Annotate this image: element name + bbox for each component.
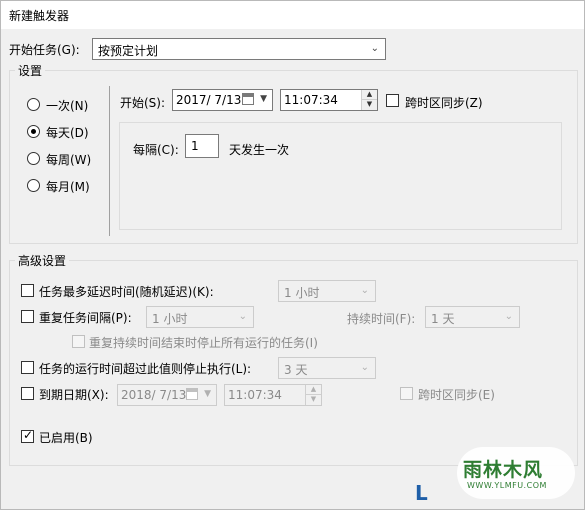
settings-group-label: 设置 [15,62,46,79]
radio-monthly-label: 每月(M) [46,180,90,194]
duration-select[interactable]: 1 天 ⌄ [425,306,520,328]
time-spinner[interactable]: ▲ ▼ [361,90,377,110]
settings-divider [109,86,110,236]
stop-if-longer-select[interactable]: 3 天 ⌄ [278,357,376,379]
sync-timezone-label: 跨时区同步(Z) [405,96,483,110]
stop-if-longer-checkbox[interactable] [21,361,34,374]
expire-time-value: 11:07:34 [228,388,282,402]
delay-checkbox[interactable] [21,284,34,297]
enabled-checkbox[interactable] [21,428,34,443]
radio-monthly[interactable] [27,179,40,192]
chevron-down-icon: ▼ [204,389,211,399]
begin-task-select[interactable]: 按预定计划 ⌄ [92,38,386,60]
start-date-value: 2017/ 7/13 [176,93,242,107]
spin-up-icon[interactable]: ▲ [306,385,321,394]
expire-date-picker[interactable]: 2018/ 7/13 ▼ [117,384,217,406]
chevron-down-icon: ⌄ [360,285,369,296]
radio-weekly[interactable] [27,152,40,165]
start-label: 开始(S): [120,96,166,110]
stop-if-longer-label: 任务的运行时间超过此值则停止执行(L): [39,362,252,376]
duration-value: 1 天 [431,312,455,326]
every-suffix-label: 天发生一次 [229,143,290,157]
advanced-group-label: 高级设置 [15,252,70,269]
radio-weekly-label: 每周(W) [46,153,92,167]
expire-time-field[interactable]: 11:07:34 ▲ ▼ [224,384,322,406]
radio-daily-label: 每天(D) [46,126,89,140]
new-trigger-dialog: 新建触发器 开始任务(G): 按预定计划 ⌄ 设置 一次(N) 每天(D) 每周… [0,0,585,510]
sync-timezone-checkbox[interactable] [386,94,399,107]
delay-select[interactable]: 1 小时 ⌄ [278,280,376,302]
calendar-icon [186,388,198,400]
watermark-url: WWW.YLMFU.COM [467,481,547,490]
start-time-value: 11:07:34 [284,93,338,107]
watermark-brand: 雨林木风 [463,459,544,481]
expire-sync-label: 跨时区同步(E) [418,388,495,402]
expire-label: 到期日期(X): [39,388,109,402]
radio-once-label: 一次(N) [46,99,89,113]
begin-task-label: 开始任务(G): [9,43,80,57]
delay-value: 1 小时 [284,286,320,300]
spin-down-icon[interactable]: ▼ [306,394,321,404]
radio-once[interactable] [27,98,40,111]
time-spinner[interactable]: ▲ ▼ [305,385,321,405]
repeat-checkbox[interactable] [21,310,34,323]
chevron-down-icon: ⌄ [360,362,369,373]
enabled-label: 已启用(B) [39,431,93,445]
blue-letter-icon: L [415,481,428,505]
spin-up-icon[interactable]: ▲ [362,90,377,99]
every-days-value: 1 [191,139,199,153]
repeat-interval-value: 1 小时 [152,312,188,326]
title-bar: 新建触发器 [1,1,584,29]
chevron-down-icon: ⌄ [370,43,379,54]
start-time-field[interactable]: 11:07:34 ▲ ▼ [280,89,378,111]
begin-task-value: 按预定计划 [98,44,159,58]
spin-down-icon[interactable]: ▼ [362,99,377,109]
delay-label: 任务最多延迟时间(随机延迟)(K): [39,285,214,299]
stop-if-longer-value: 3 天 [284,363,308,377]
chevron-down-icon: ⌄ [504,311,513,322]
watermark: L 雨林木风 WWW.YLMFU.COM [415,441,581,507]
chevron-down-icon: ⌄ [238,311,247,322]
expire-date-value: 2018/ 7/13 [121,388,187,402]
radio-daily[interactable] [27,125,40,138]
window-title: 新建触发器 [9,9,70,23]
repeat-interval-select[interactable]: 1 小时 ⌄ [146,306,254,328]
every-label: 每隔(C): [133,143,179,157]
chevron-down-icon: ▼ [260,94,267,104]
expire-checkbox[interactable] [21,387,34,400]
duration-label: 持续时间(F): [347,312,416,326]
stop-running-label: 重复持续时间结束时停止所有运行的任务(I) [89,336,318,350]
every-days-input[interactable]: 1 [185,134,219,158]
repeat-label: 重复任务间隔(P): [39,311,132,325]
start-date-picker[interactable]: 2017/ 7/13 ▼ [172,89,273,111]
calendar-icon [242,93,254,105]
stop-running-checkbox[interactable] [72,335,85,348]
expire-sync-checkbox[interactable] [400,387,413,400]
